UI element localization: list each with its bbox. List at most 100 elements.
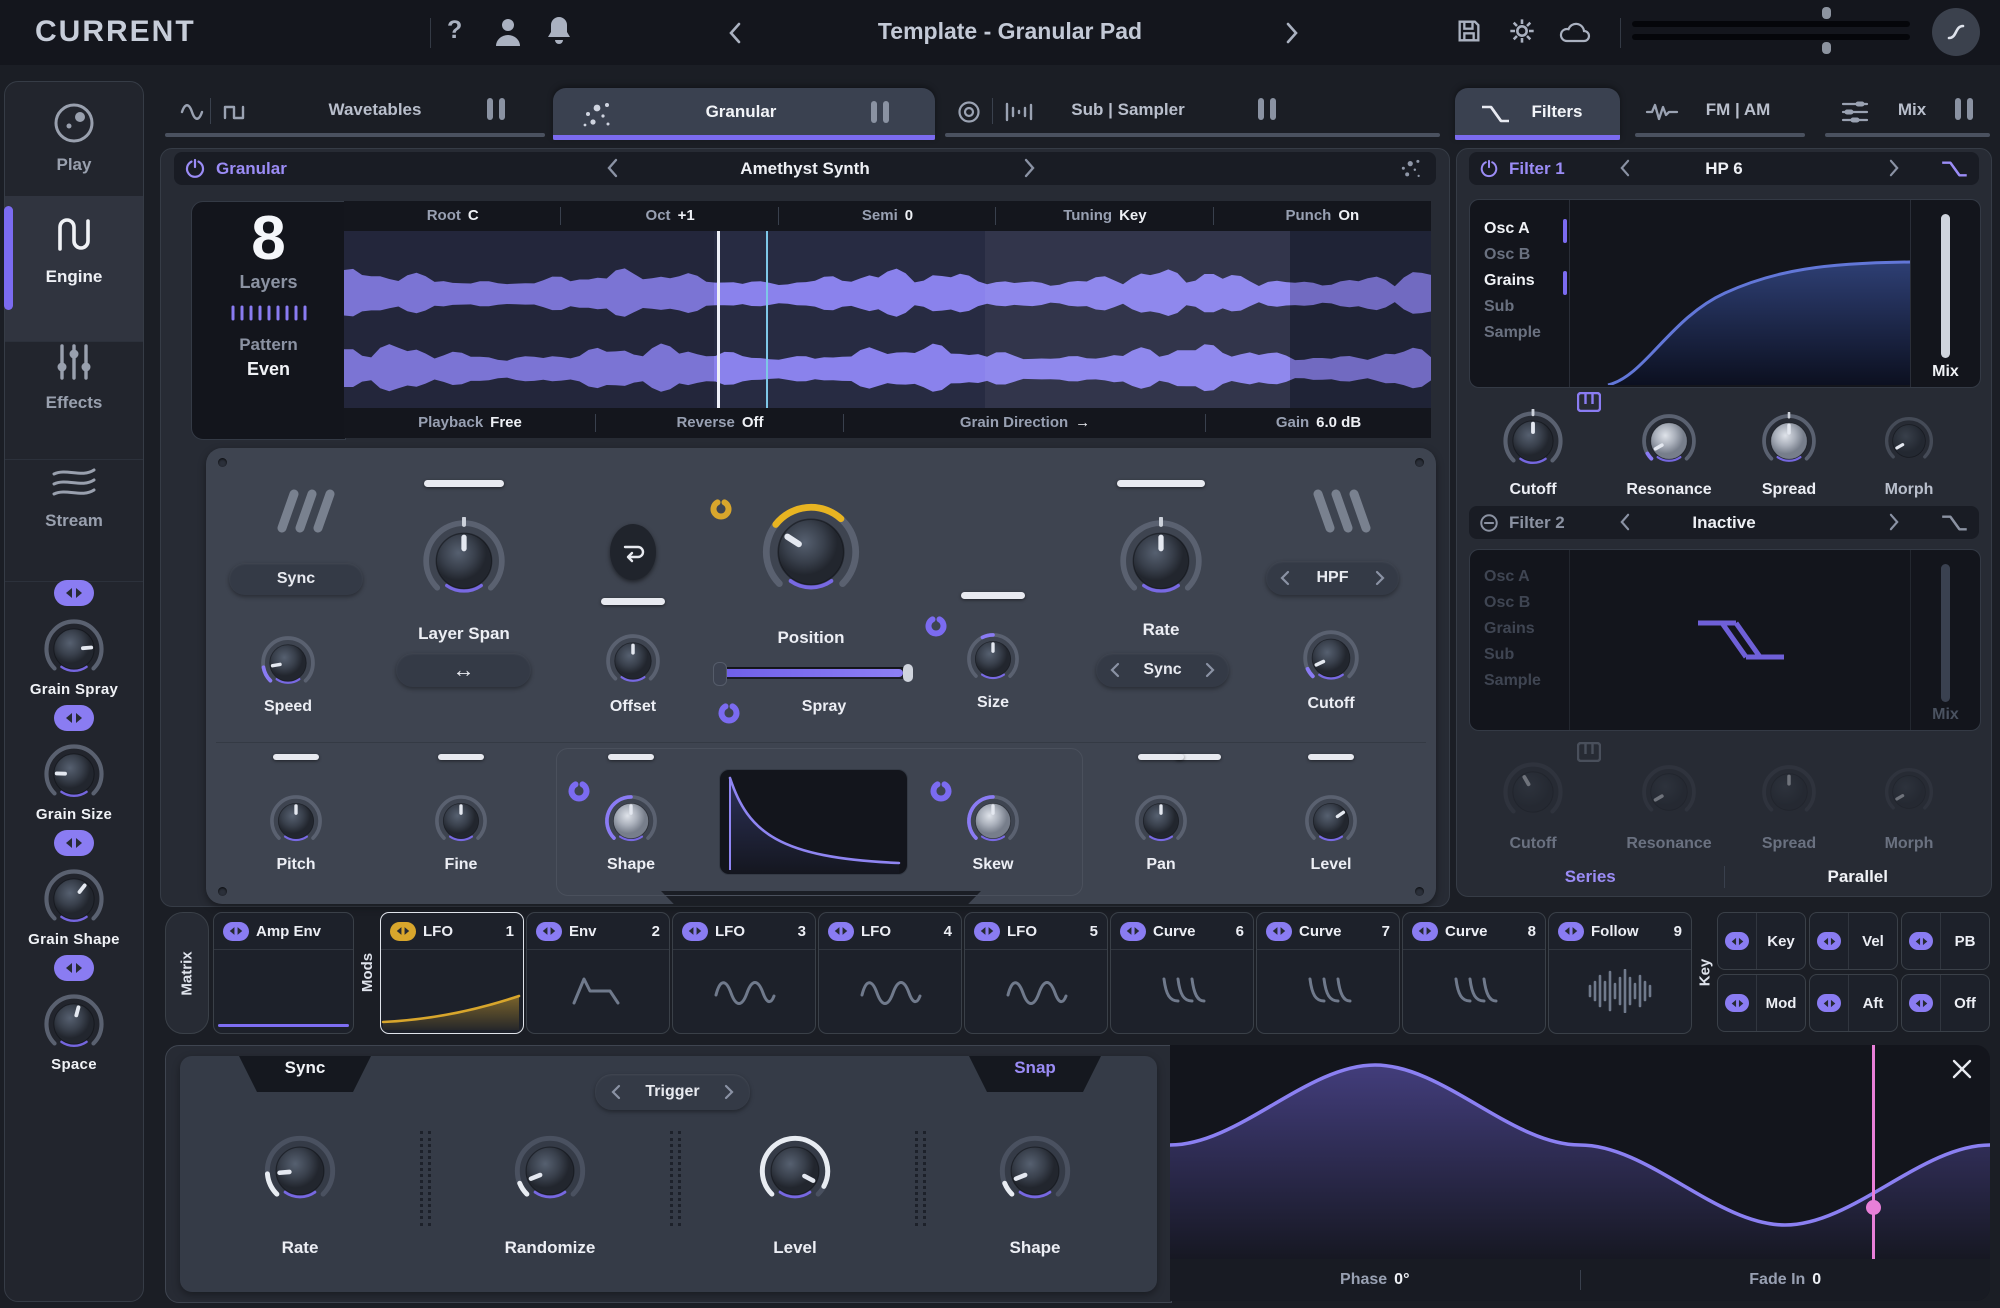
source-grains[interactable]: Grains — [1470, 268, 1569, 294]
mod-slot-lfo-3[interactable]: LFO3 — [672, 912, 816, 1034]
lfo-shape-knob[interactable] — [997, 1133, 1073, 1209]
mod-assign-icon[interactable] — [974, 922, 1000, 941]
next-sample-chevron[interactable] — [1024, 158, 1036, 178]
span-direction-button[interactable]: ↔ — [396, 653, 531, 687]
power-icon[interactable] — [184, 158, 206, 180]
field-semi[interactable]: Semi0 — [779, 201, 996, 231]
source-sub[interactable]: Sub — [1470, 294, 1569, 320]
mix-sliders-icon[interactable] — [1840, 99, 1870, 125]
field-root[interactable]: RootC — [344, 201, 561, 231]
save-icon[interactable] — [1455, 17, 1483, 45]
offset-knob[interactable] — [604, 632, 662, 690]
macro-assign-icon[interactable] — [54, 830, 94, 856]
shape-mod-ring-icon[interactable] — [567, 779, 591, 803]
sample-name[interactable]: Amethyst Synth — [740, 159, 869, 179]
macro-assign-icon[interactable] — [54, 580, 94, 606]
offset-mod-slider[interactable] — [601, 598, 665, 605]
speed-knob[interactable] — [259, 634, 317, 692]
mod-assign-icon[interactable] — [536, 922, 562, 941]
mod-assign-icon[interactable] — [390, 922, 416, 941]
account-icon[interactable] — [492, 14, 524, 48]
grain-filter-mode-selector[interactable]: HPF — [1266, 561, 1399, 595]
mod-slot-curve-7[interactable]: Curve7 — [1256, 912, 1400, 1034]
pan-knob[interactable] — [1133, 793, 1189, 849]
spray-mod-ring-icon[interactable] — [717, 701, 741, 725]
waveform-display[interactable] — [344, 231, 1431, 408]
chevron-left-icon[interactable] — [1280, 570, 1290, 586]
mod-assign-icon[interactable] — [1558, 922, 1584, 941]
mod-slot-lfo-1[interactable]: LFO1 — [380, 912, 524, 1034]
filter1-type[interactable]: HP 6 — [1705, 159, 1743, 179]
mod-slot-curve-6[interactable]: Curve6 — [1110, 912, 1254, 1034]
source-osc-a[interactable]: Osc A — [1470, 216, 1569, 242]
power-icon[interactable] — [1479, 159, 1499, 179]
prev-preset-chevron[interactable] — [728, 22, 742, 44]
mod-assign-icon[interactable] — [1120, 922, 1146, 941]
notifications-bell-icon[interactable] — [545, 14, 573, 48]
mod-source-off[interactable]: Off — [1901, 974, 1990, 1032]
mod-slot-lfo-4[interactable]: LFO4 — [818, 912, 962, 1034]
pitch-knob[interactable] — [268, 793, 324, 849]
cloud-icon[interactable] — [1558, 19, 1592, 45]
source-sample[interactable]: Sample — [1470, 668, 1569, 694]
mod-assign-icon[interactable] — [682, 922, 708, 941]
lfo-snap-tab[interactable]: Snap — [960, 1056, 1110, 1092]
layers-value[interactable]: 8 — [251, 208, 285, 270]
sidebar-item-stream[interactable]: Stream — [5, 440, 143, 582]
lfo-level-knob[interactable] — [757, 1133, 833, 1209]
fine-mod-slider[interactable] — [438, 754, 484, 760]
size-mod-ring-icon[interactable] — [924, 614, 948, 638]
layer-span-mod-slider[interactable] — [424, 480, 504, 487]
phase-field[interactable]: Phase0° — [1170, 1271, 1580, 1289]
help-icon[interactable]: ? — [447, 16, 462, 45]
skew-knob[interactable] — [965, 793, 1021, 849]
lfo-sync-tab[interactable]: Sync — [230, 1056, 380, 1092]
sampler-bars-icon[interactable] — [1003, 100, 1033, 124]
sub-circle-icon[interactable] — [955, 99, 983, 125]
wavetables-pause-icon[interactable] — [487, 98, 505, 120]
inactive-minus-icon[interactable] — [1479, 513, 1499, 533]
field-punch[interactable]: PunchOn — [1214, 201, 1431, 231]
prev-filter-chevron[interactable] — [1619, 513, 1630, 531]
granular-pause-icon[interactable] — [871, 101, 889, 123]
mod-slot-follow-9[interactable]: Follow9 — [1548, 912, 1692, 1034]
level-mod-slider[interactable] — [1308, 754, 1354, 760]
field-gain[interactable]: Gain6.0 dB — [1206, 408, 1431, 438]
macro-assign-icon[interactable] — [54, 705, 94, 731]
grain-shape-knob[interactable] — [42, 867, 106, 931]
chevron-right-icon[interactable] — [1205, 662, 1215, 678]
matrix-button[interactable]: Matrix — [165, 912, 209, 1034]
source-osc-a[interactable]: Osc A — [1470, 564, 1569, 590]
size-knob[interactable] — [965, 631, 1021, 687]
chevron-left-icon[interactable] — [1110, 662, 1120, 678]
mod-source-aft[interactable]: Aft — [1809, 974, 1898, 1032]
mod-slot-lfo-5[interactable]: LFO5 — [964, 912, 1108, 1034]
filter2-cutoff-knob[interactable] — [1501, 760, 1565, 824]
settings-gear-icon[interactable] — [1508, 17, 1536, 45]
grain-envelope-display[interactable] — [719, 769, 908, 875]
routing-parallel-button[interactable]: Parallel — [1725, 867, 1992, 887]
tab-mix[interactable]: Mix — [1898, 100, 1926, 120]
keytrack-piano-icon[interactable] — [1577, 742, 1601, 762]
sidebar-item-play[interactable]: Play — [5, 82, 143, 214]
mod-assign-icon[interactable] — [1412, 922, 1438, 941]
sine-wave-icon[interactable] — [178, 100, 206, 124]
grain-size-knob[interactable] — [42, 742, 106, 806]
granular-dots-icon[interactable] — [1398, 157, 1424, 181]
tab-wavetables[interactable]: Wavetables — [329, 100, 422, 120]
filter2-spread-knob[interactable] — [1760, 763, 1818, 821]
source-grains[interactable]: Grains — [1470, 616, 1569, 642]
filter2-resonance-knob[interactable] — [1640, 763, 1698, 821]
rate-knob[interactable] — [1117, 517, 1205, 605]
mod-slot-amp-env[interactable]: Amp Env — [213, 912, 354, 1034]
field-playback[interactable]: PlaybackFree — [344, 408, 596, 438]
pitch-mod-slider[interactable] — [273, 754, 319, 760]
pattern-value[interactable]: Even — [247, 359, 290, 380]
field-grain-direction[interactable]: Grain Direction→ — [844, 408, 1206, 438]
shape-knob[interactable] — [603, 793, 659, 849]
prev-sample-chevron[interactable] — [606, 158, 618, 178]
filter2-type[interactable]: Inactive — [1692, 513, 1755, 533]
lfo-wave-display[interactable]: Phase0° Fade In0 — [1170, 1045, 1990, 1301]
field-oct[interactable]: Oct+1 — [561, 201, 778, 231]
position-mod-ring-icon[interactable] — [709, 497, 733, 521]
